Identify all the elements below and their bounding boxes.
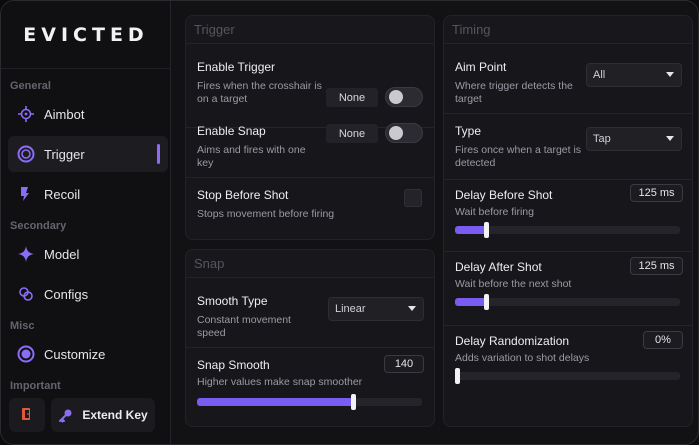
sidebar-item-label: Customize [44,346,106,362]
aim-point-value: All [593,69,606,81]
sidebar-item-trigger[interactable]: Trigger [8,136,168,172]
stop-before-shot-title: Stop Before Shot [197,188,289,202]
toggle-knob [389,90,403,104]
slider-fill [197,398,354,406]
app-logo: EVICTED [1,1,171,69]
timing-panel-header: Timing [444,16,692,44]
enable-snap-title: Enable Snap [197,124,266,138]
aim-point-desc: Where trigger detects the target [455,80,573,105]
sidebar-item-model[interactable]: Model [8,236,168,272]
crosshair-icon [17,105,35,123]
slider-thumb[interactable] [484,222,489,238]
snap-smooth-desc: Higher values make snap smoother [197,376,363,388]
recoil-icon [17,185,35,203]
sidebar-item-label: Configs [44,286,89,302]
aim-point-select[interactable]: All [586,63,682,87]
slider-thumb[interactable] [351,394,356,410]
smooth-type-desc: Constant movement speed [197,314,291,339]
delay-randomization-title: Delay Randomization [455,334,570,348]
delay-randomization-value[interactable]: 0% [643,331,683,349]
enable-snap-keybind[interactable]: None [326,124,378,143]
enable-snap-row: Enable Snap Aims and fires with one key … [186,114,434,178]
extend-key-label: Extend Key [82,408,148,422]
sidebar-item-label: Recoil [44,186,81,202]
snap-panel-header: Snap [186,250,434,278]
sidebar-item-label: Model [44,246,80,262]
exit-door-icon [20,407,34,424]
type-select[interactable]: Tap [586,127,682,151]
stop-before-shot-row: Stop Before Shot Stops movement before f… [186,178,434,240]
delay-after-desc: Wait before the next shot [455,278,572,290]
smooth-type-value: Linear [335,303,366,315]
section-misc: Misc [10,320,35,332]
type-title: Type [455,124,482,138]
type-row: Type Fires once when a target is detecte… [444,114,692,180]
chevron-down-icon [666,72,674,77]
delay-after-row: Delay After Shot Wait before the next sh… [444,252,692,326]
slider-thumb[interactable] [455,368,460,384]
snap-smooth-row: Snap Smooth Higher values make snap smoo… [186,348,434,426]
timing-panel: Timing Aim Point Where trigger detects t… [443,15,693,427]
delay-randomization-slider[interactable] [455,368,680,384]
delay-before-desc: Wait before firing [455,206,534,218]
palette-icon [17,345,35,363]
delay-randomization-desc: Adds variation to shot delays [455,352,590,364]
snap-panel: Snap Smooth Type Constant movement speed… [185,249,435,427]
sidebar-item-aimbot[interactable]: Aimbot [8,96,168,132]
aim-point-title: Aim Point [455,60,507,74]
key-icon [58,408,73,423]
snap-smooth-value[interactable]: 140 [384,355,424,373]
snap-smooth-slider[interactable] [197,394,422,410]
enable-trigger-toggle[interactable] [385,87,423,107]
trigger-panel: Trigger Enable Trigger Fires when the cr… [185,15,435,240]
sparkle-icon [17,245,35,263]
snap-smooth-title: Snap Smooth [197,358,270,372]
delay-after-slider[interactable] [455,294,680,310]
enable-snap-desc: Aims and fires with one key [197,144,306,169]
target-ring-icon [17,145,35,163]
sidebar: EVICTED General Aimbot Trigger Recoil Se… [1,1,171,444]
smooth-type-row: Smooth Type Constant movement speed Line… [186,278,434,348]
aim-point-row: Aim Point Where trigger detects the targ… [444,44,692,114]
delay-after-value[interactable]: 125 ms [630,257,683,275]
enable-snap-toggle[interactable] [385,123,423,143]
section-general: General [10,80,51,92]
active-indicator [157,144,160,164]
extend-key-button[interactable]: Extend Key [51,398,155,432]
delay-after-title: Delay After Shot [455,260,542,274]
slider-fill [455,226,487,234]
delay-before-title: Delay Before Shot [455,188,553,202]
enable-trigger-desc: Fires when the crosshair is on a target [197,80,322,105]
type-value: Tap [593,133,611,145]
enable-trigger-keybind[interactable]: None [326,88,378,107]
chevron-down-icon [666,136,674,141]
exit-button[interactable] [9,398,45,432]
smooth-type-select[interactable]: Linear [328,297,424,321]
stop-before-shot-desc: Stops movement before firing [197,208,335,220]
enable-trigger-title: Enable Trigger [197,60,276,74]
chevron-down-icon [408,306,416,311]
sidebar-item-label: Trigger [44,146,85,162]
section-secondary: Secondary [10,220,67,232]
toggle-knob [389,126,403,140]
stop-before-shot-checkbox[interactable] [404,189,422,207]
trigger-panel-header: Trigger [186,16,434,44]
sidebar-item-label: Aimbot [44,106,85,122]
delay-before-value[interactable]: 125 ms [630,184,683,202]
sidebar-item-configs[interactable]: Configs [8,276,168,312]
smooth-type-title: Smooth Type [197,294,268,308]
slider-thumb[interactable] [484,294,489,310]
sidebar-item-recoil[interactable]: Recoil [8,176,168,212]
app-window: EVICTED General Aimbot Trigger Recoil Se… [0,0,699,445]
delay-before-row: Delay Before Shot Wait before firing 125… [444,180,692,252]
section-important: Important [10,380,61,392]
delay-randomization-row: Delay Randomization Adds variation to sh… [444,326,692,426]
delay-before-slider[interactable] [455,222,680,238]
link-icon [17,285,35,303]
sidebar-item-customize[interactable]: Customize [8,336,168,372]
slider-fill [455,298,487,306]
type-desc: Fires once when a target is detected [455,144,582,169]
